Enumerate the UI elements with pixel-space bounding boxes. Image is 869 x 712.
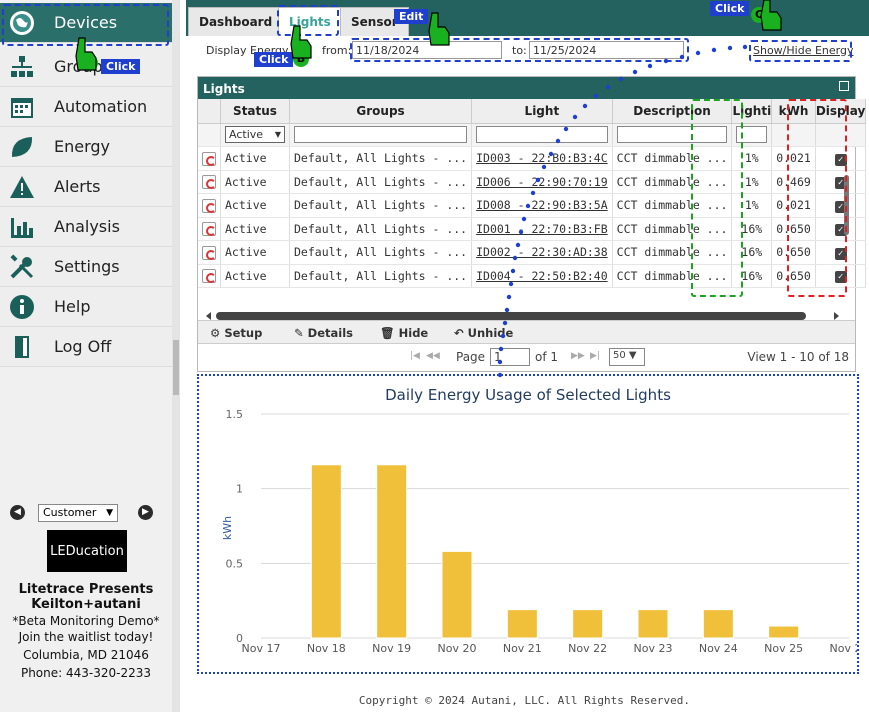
- pointer-hand-icon: [75, 0, 782, 71]
- annotation-dotted-path: [497, 44, 748, 378]
- annotation-overlay: [75, 0, 782, 378]
